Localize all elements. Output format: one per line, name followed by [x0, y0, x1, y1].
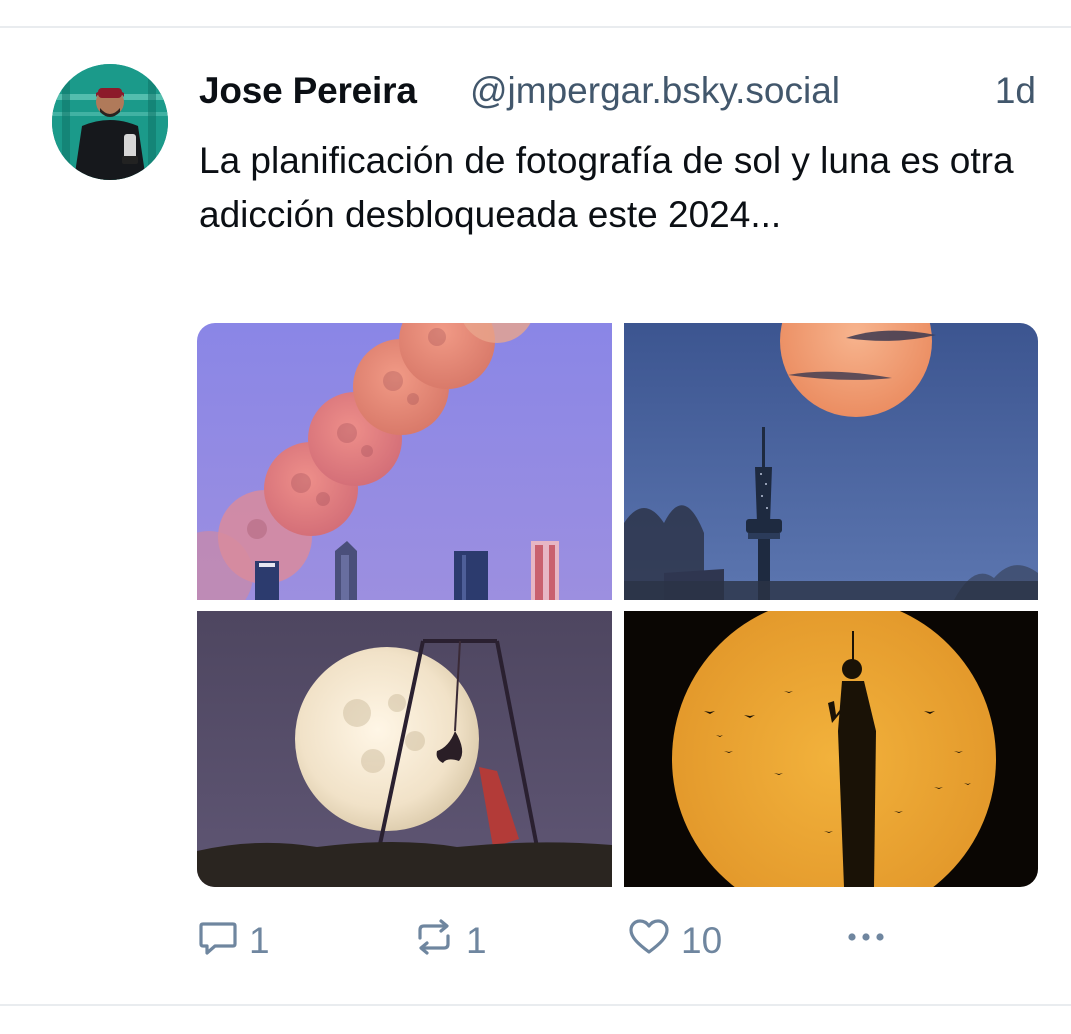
post-text: La planificación de fotografía de sol y …: [199, 140, 1014, 235]
like-button[interactable]: 10: [627, 918, 722, 964]
repost-count: 1: [466, 920, 487, 961]
media-image-3[interactable]: [197, 611, 612, 887]
top-divider: [0, 26, 1071, 28]
bottom-divider: [0, 1004, 1071, 1006]
author-handle[interactable]: @jmpergar.bsky.social: [470, 70, 840, 112]
reply-count: 1: [249, 920, 270, 961]
media-grid: [197, 323, 1038, 887]
avatar[interactable]: [52, 64, 168, 180]
post-timestamp[interactable]: 1d: [995, 70, 1036, 112]
like-count: 10: [681, 920, 723, 961]
more-icon: [842, 916, 890, 967]
repost-icon: [412, 916, 456, 967]
post-actions: 1 1 10: [197, 918, 1047, 964]
reply-icon: [197, 916, 239, 967]
media-image-4[interactable]: [624, 611, 1038, 887]
post-header: Jose Pereira @jmpergar.bsky.social 1d: [199, 70, 1039, 116]
more-options-button[interactable]: [842, 918, 890, 964]
media-image-1[interactable]: [197, 323, 612, 600]
avatar-photo: [52, 64, 168, 180]
heart-icon: [627, 916, 671, 967]
author-display-name[interactable]: Jose Pereira: [199, 70, 417, 112]
reply-button[interactable]: 1: [197, 918, 270, 964]
repost-button[interactable]: 1: [412, 918, 487, 964]
media-image-2[interactable]: [624, 323, 1038, 600]
